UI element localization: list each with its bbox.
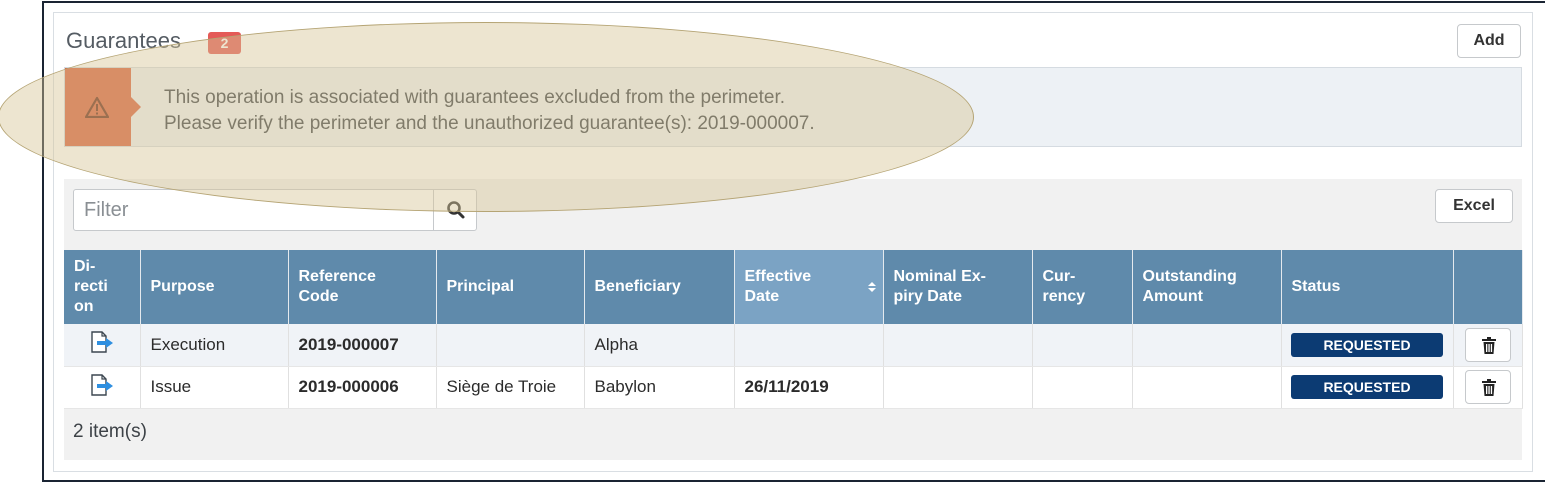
column-header-direction[interactable]: Di- recti on [64,250,141,324]
alert-line-1: This operation is associated with guaran… [164,87,785,108]
currency-cell [1032,324,1133,367]
principal-cell: Siège de Troie [436,366,585,409]
search-icon [447,201,465,219]
filter-box [73,189,477,231]
excel-export-button[interactable]: Excel [1435,189,1513,223]
column-header-currency[interactable]: Cur- rency [1032,250,1133,324]
table-header-row: Di- recti on Purpose Reference Code Prin… [64,250,1523,324]
item-count: 2 item(s) [73,421,147,442]
direction-cell [64,324,141,367]
purpose-cell: Issue [140,366,289,409]
status-badge: REQUESTED [1291,375,1443,399]
table-row[interactable]: Issue 2019-000006 Siège de Troie Babylon… [64,366,1523,409]
effective-date-cell: 26/11/2019 [734,366,884,409]
currency-cell [1032,366,1133,409]
expiry-date-cell [883,366,1033,409]
alert-line-2: Please verify the perimeter and the unau… [164,113,815,134]
outgoing-arrow-icon [91,331,113,353]
warning-alert: This operation is associated with guaran… [64,67,1522,147]
column-header-status[interactable]: Status [1281,250,1454,324]
status-badge: REQUESTED [1291,332,1443,357]
count-badge: 2 [208,32,241,54]
filter-input[interactable] [74,190,432,230]
section-title: Guarantees [66,28,181,53]
status-cell: REQUESTED [1281,324,1454,367]
principal-cell [436,324,585,367]
column-header-nominal-expiry-date[interactable]: Nominal Ex- piry Date [883,250,1033,324]
column-header-outstanding-amount[interactable]: Outstanding Amount [1132,250,1282,324]
purpose-cell: Execution [140,324,289,367]
beneficiary-cell: Alpha [584,324,735,367]
column-header-principal[interactable]: Principal [436,250,585,324]
effective-date-cell [734,324,884,367]
column-header-purpose[interactable]: Purpose [140,250,289,324]
beneficiary-cell: Babylon [584,366,735,409]
warning-icon [85,96,109,118]
column-header-actions [1453,250,1523,324]
expiry-date-cell [883,324,1033,367]
direction-cell [64,366,141,409]
trash-icon [1481,336,1496,354]
status-cell: REQUESTED [1281,366,1454,409]
alert-message: This operation is associated with guaran… [164,85,815,137]
guarantees-table: Di- recti on Purpose Reference Code Prin… [64,250,1523,409]
actions-cell [1453,366,1523,409]
delete-button[interactable] [1464,370,1511,404]
search-button[interactable] [433,190,477,230]
add-button[interactable]: Add [1457,24,1521,58]
actions-cell [1453,324,1523,367]
amount-cell [1132,366,1282,409]
reference-cell: 2019-000006 [288,366,437,409]
reference-cell: 2019-000007 [288,324,437,367]
column-header-beneficiary[interactable]: Beneficiary [584,250,735,324]
amount-cell [1132,324,1282,367]
alert-side-bar [65,68,141,146]
table-row[interactable]: Execution 2019-000007 Alpha REQUESTED [64,324,1523,367]
delete-button[interactable] [1464,327,1511,362]
sort-icon [867,282,876,292]
outgoing-arrow-icon [91,373,113,396]
column-header-reference-code[interactable]: Reference Code [288,250,437,324]
column-header-effective-date[interactable]: Effective Date [734,250,884,324]
trash-icon [1481,379,1496,396]
